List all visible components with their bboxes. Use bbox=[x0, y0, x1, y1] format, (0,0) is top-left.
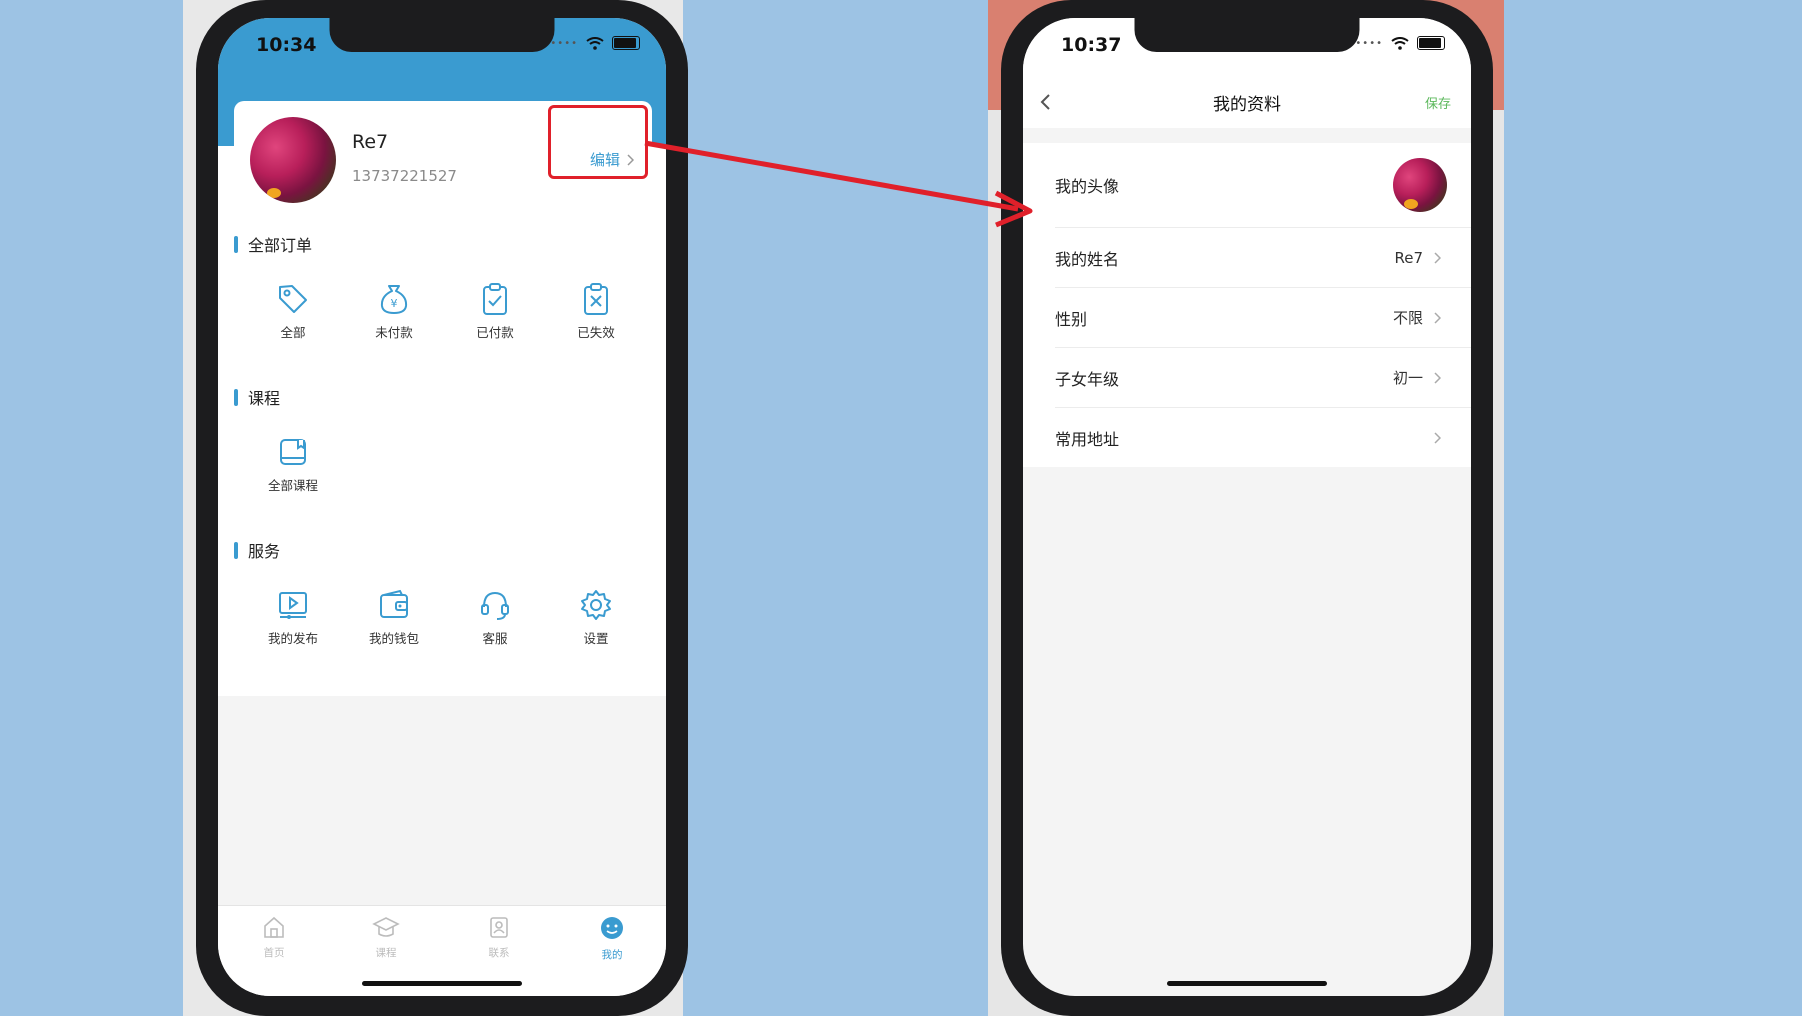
save-button[interactable]: 保存 bbox=[1425, 93, 1451, 112]
notch bbox=[1134, 18, 1360, 52]
home-icon bbox=[264, 916, 284, 938]
graduation-cap-icon bbox=[372, 917, 400, 937]
video-icon bbox=[279, 592, 307, 619]
user-phone: 13737221527 bbox=[352, 167, 457, 185]
battery-icon bbox=[1417, 36, 1445, 50]
order-paid-button[interactable]: 已付款 bbox=[455, 282, 535, 341]
home-indicator bbox=[362, 981, 522, 986]
back-button[interactable] bbox=[1039, 93, 1051, 115]
clipboard-check-icon bbox=[483, 283, 507, 315]
chevron-right-icon bbox=[1434, 431, 1441, 444]
row-value: 不限 bbox=[1392, 309, 1423, 327]
tab-courses[interactable]: 课程 bbox=[356, 916, 416, 960]
signal-icon: •••• bbox=[550, 37, 578, 49]
row-label: 我的姓名 bbox=[1055, 249, 1120, 269]
tab-mine[interactable]: 我的 bbox=[582, 916, 642, 962]
row-label: 性别 bbox=[1055, 309, 1088, 329]
row-grade[interactable]: 子女年级 初一 bbox=[1055, 348, 1471, 408]
row-address[interactable]: 常用地址 bbox=[1055, 408, 1471, 467]
order-unpaid-button[interactable]: ¥ 未付款 bbox=[354, 282, 434, 341]
my-posts-button[interactable]: 我的发布 bbox=[253, 588, 333, 647]
page-title: 我的资料 bbox=[1213, 95, 1281, 115]
order-expired-button[interactable]: 已失效 bbox=[556, 282, 636, 341]
avatar[interactable] bbox=[250, 117, 336, 203]
headset-icon bbox=[481, 591, 509, 620]
row-avatar[interactable]: 我的头像 bbox=[1055, 143, 1471, 228]
tag-icon bbox=[279, 285, 307, 313]
smiley-icon bbox=[601, 917, 623, 939]
section-title-orders: 全部订单 bbox=[234, 232, 312, 256]
status-icons: •••• bbox=[550, 36, 640, 50]
avatar[interactable] bbox=[1393, 158, 1447, 212]
gear-icon bbox=[581, 590, 611, 620]
highlight-box bbox=[548, 105, 648, 179]
clipboard-x-icon bbox=[584, 283, 608, 315]
chevron-right-icon bbox=[1434, 371, 1441, 384]
right-phone: 10:37 •••• 我的资料 保存 我的头像 我的姓名 Re7 性别 不限 子… bbox=[1001, 0, 1493, 1016]
tab-contact[interactable]: 联系 bbox=[469, 916, 529, 960]
wallet-icon bbox=[380, 589, 408, 618]
row-name[interactable]: 我的姓名 Re7 bbox=[1055, 228, 1471, 288]
row-value: 初一 bbox=[1392, 369, 1423, 387]
status-time: 10:34 bbox=[256, 34, 317, 56]
row-label: 子女年级 bbox=[1055, 369, 1120, 389]
notch bbox=[329, 18, 555, 52]
row-label: 我的头像 bbox=[1055, 177, 1120, 196]
home-indicator bbox=[1167, 981, 1327, 986]
user-name: Re7 bbox=[352, 131, 389, 153]
signal-icon: •••• bbox=[1355, 37, 1383, 49]
customer-service-button[interactable]: 客服 bbox=[455, 588, 535, 647]
all-courses-button[interactable]: 全部课程 bbox=[253, 435, 333, 494]
order-all-button[interactable]: 全部 bbox=[253, 282, 333, 341]
status-time: 10:37 bbox=[1061, 34, 1122, 56]
tab-home[interactable]: 首页 bbox=[244, 916, 304, 960]
section-title-services: 服务 bbox=[234, 538, 280, 562]
my-wallet-button[interactable]: 我的钱包 bbox=[354, 588, 434, 647]
row-gender[interactable]: 性别 不限 bbox=[1055, 288, 1471, 348]
chevron-right-icon bbox=[1434, 251, 1441, 264]
row-label: 常用地址 bbox=[1055, 429, 1120, 449]
svg-text:¥: ¥ bbox=[391, 297, 398, 310]
wifi-icon bbox=[586, 36, 604, 50]
right-screen: 10:37 •••• 我的资料 保存 我的头像 我的姓名 Re7 性别 不限 子… bbox=[1023, 18, 1471, 996]
section-title-courses: 课程 bbox=[234, 385, 280, 409]
nav-bar: 我的资料 保存 bbox=[1023, 78, 1471, 128]
book-icon bbox=[280, 439, 306, 465]
row-value: Re7 bbox=[1394, 248, 1423, 267]
chevron-left-icon bbox=[1040, 94, 1050, 110]
wifi-icon bbox=[1391, 36, 1409, 50]
contact-icon bbox=[490, 917, 508, 938]
chevron-right-icon bbox=[1434, 311, 1441, 324]
battery-icon bbox=[612, 36, 640, 50]
money-bag-icon: ¥ bbox=[380, 285, 408, 314]
settings-button[interactable]: 设置 bbox=[556, 588, 636, 647]
profile-list: 我的头像 我的姓名 Re7 性别 不限 子女年级 初一 常用地址 bbox=[1023, 143, 1471, 467]
status-icons: •••• bbox=[1355, 36, 1445, 50]
